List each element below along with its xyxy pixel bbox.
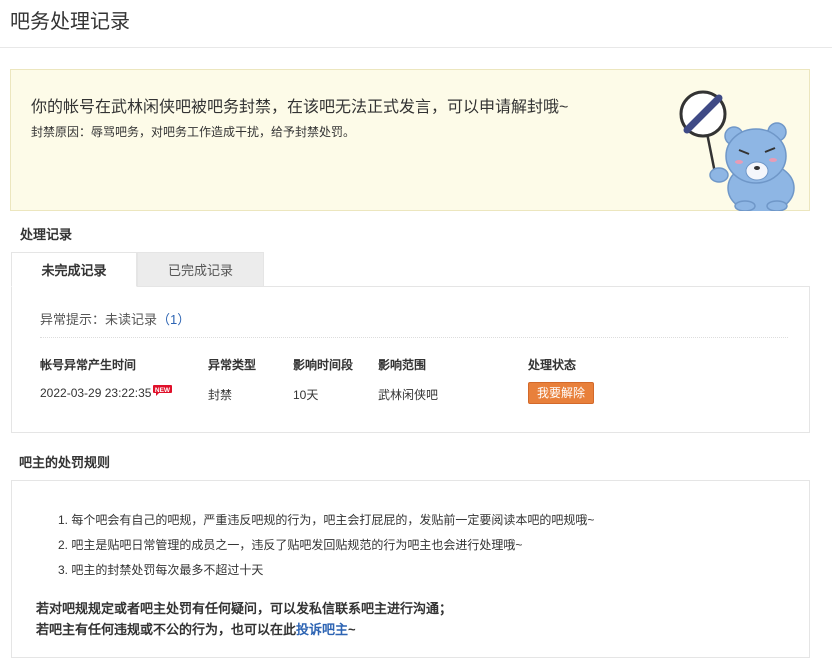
ban-reason-text: 封禁原因：辱骂吧务，对吧务工作造成干扰，给予封禁处罚。 <box>31 125 356 139</box>
rules-section-title: 吧主的处罚规则 <box>19 455 111 470</box>
records-section-title: 处理记录 <box>20 227 73 242</box>
tab-completed-records[interactable]: 已完成记录 <box>137 252 264 287</box>
title-divider <box>0 47 832 48</box>
rules-panel: 1. 每个吧会有自己的吧规，严重违反吧规的行为，吧主会打屁屁的，发贴前一定要阅读… <box>11 480 810 658</box>
tab-incomplete-records[interactable]: 未完成记录 <box>11 252 137 287</box>
mascot-bear-stop-sign-icon <box>679 90 795 211</box>
rule-item-1: 1. 每个吧会有自己的吧规，严重违反吧规的行为，吧主会打屁屁的，发贴前一定要阅读… <box>58 513 595 527</box>
ban-notice-panel: 你的帐号在武林闲侠吧被吧务封禁，在该吧无法正式发言，可以申请解封哦~ 封禁原因：… <box>10 69 810 211</box>
column-header-type: 异常类型 <box>208 358 257 372</box>
contact-note: 若对吧规规定或者吧主处罚有任何疑问，可以发私信联系吧主进行沟通； <box>36 601 453 616</box>
ban-notice-message: 你的帐号在武林闲侠吧被吧务封禁，在该吧无法正式发言，可以申请解封哦~ <box>31 99 569 116</box>
rule-item-3: 3. 吧主的封禁处罚每次最多不超过十天 <box>58 563 264 577</box>
record-time: 2022-03-29 23:22:35 <box>40 386 152 400</box>
column-header-duration: 影响时间段 <box>293 358 354 372</box>
records-panel: 异常提示：未读记录（1） 帐号异常产生时间 异常类型 影响时间段 影响范围 处理… <box>11 286 810 433</box>
column-header-status: 处理状态 <box>528 358 577 372</box>
record-duration: 10天 <box>293 388 319 402</box>
unread-alert-count[interactable]: （1） <box>157 312 190 327</box>
complain-admin-link[interactable]: 投诉吧主 <box>296 622 348 637</box>
record-scope: 武林闲侠吧 <box>378 388 439 402</box>
dotted-divider <box>40 337 788 338</box>
record-type: 封禁 <box>208 388 233 402</box>
complain-note: 若吧主有任何违规或不公的行为，也可以在此投诉吧主~ <box>36 619 356 638</box>
svg-text:NEW: NEW <box>155 387 171 394</box>
request-unban-button[interactable]: 我要解除 <box>528 382 594 404</box>
page-title: 吧务处理记录 <box>10 11 130 33</box>
table-row-time: 2022-03-29 23:22:35 NEW <box>40 385 173 400</box>
unread-alert: 异常提示：未读记录（1） <box>40 309 190 328</box>
column-header-time: 帐号异常产生时间 <box>40 358 137 372</box>
rule-item-2: 2. 吧主是贴吧日常管理的成员之一，违反了贴吧发回贴规范的行为吧主也会进行处理哦… <box>58 538 523 552</box>
column-header-scope: 影响范围 <box>378 358 427 372</box>
complain-note-suffix: ~ <box>348 622 356 637</box>
complain-note-prefix: 若吧主有任何违规或不公的行为，也可以在此 <box>36 622 297 637</box>
new-badge-icon: NEW <box>153 385 173 396</box>
unread-alert-label: 异常提示：未读记录 <box>40 312 158 327</box>
